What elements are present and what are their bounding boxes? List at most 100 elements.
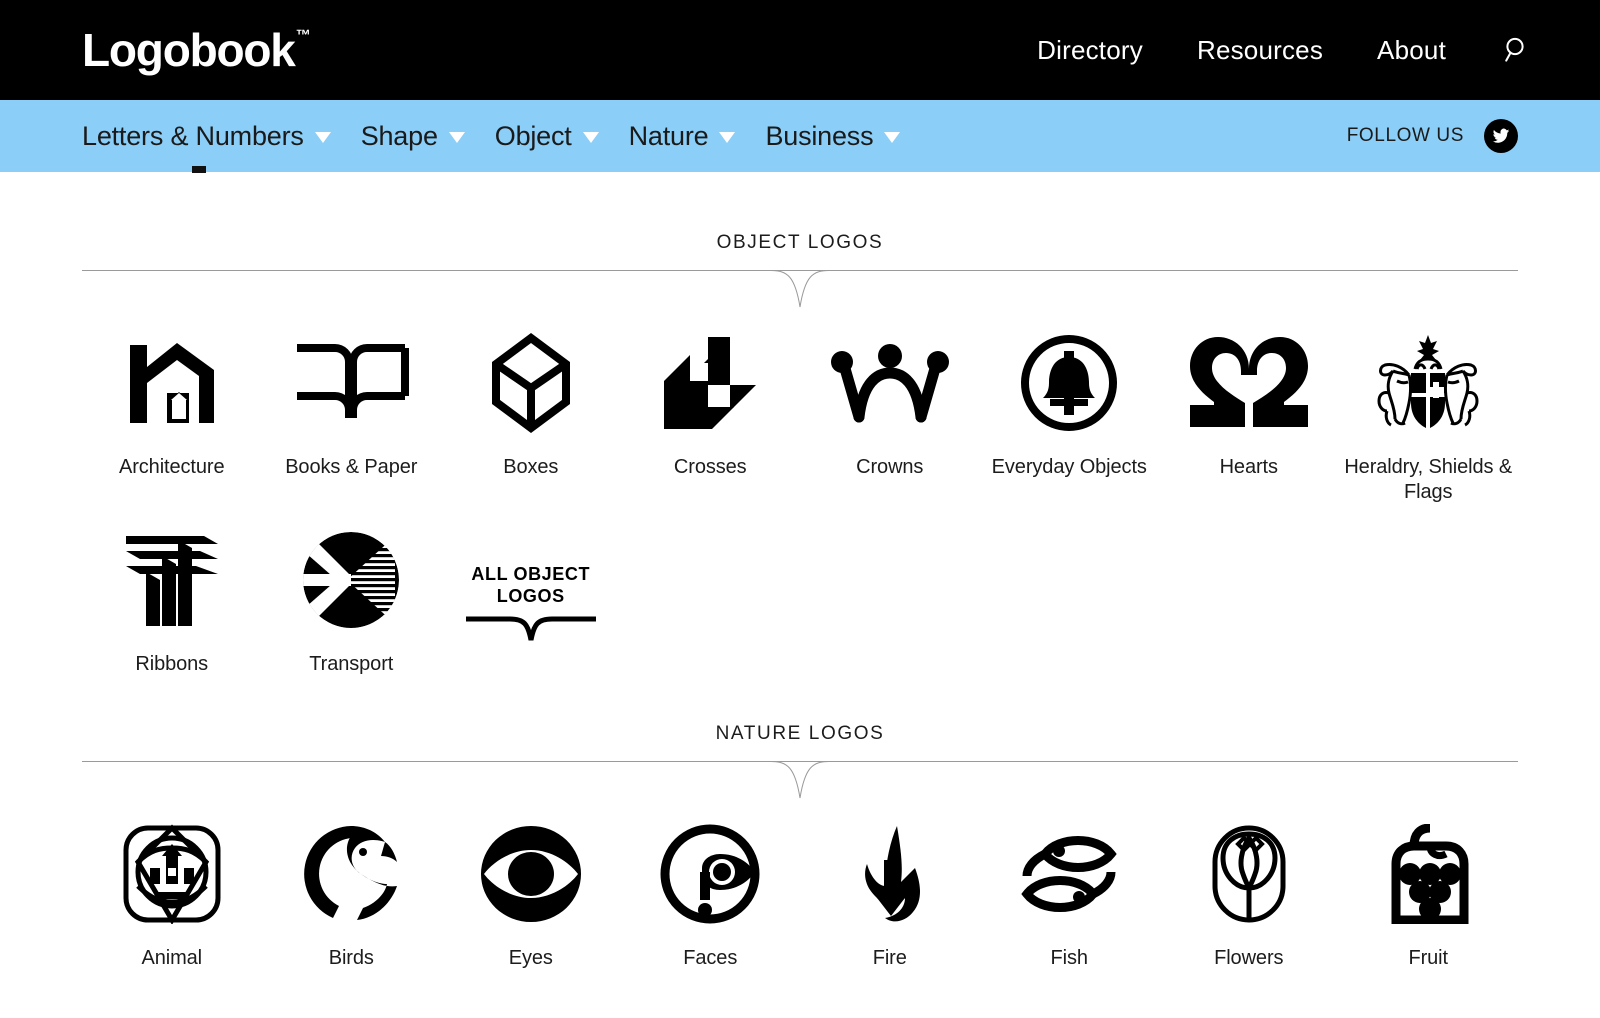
category-label: Architecture xyxy=(118,456,225,478)
category-label: Crowns xyxy=(856,456,924,478)
category-tile-flowers[interactable]: Flowers xyxy=(1159,799,1339,971)
nature-logos-grid: Animal Birds Eyes Faces Fire Fish Flower… xyxy=(82,799,1518,971)
category-label: Crosses xyxy=(673,456,747,478)
flame-arrow-icon xyxy=(851,821,929,926)
primary-nav: Directory Resources About xyxy=(1037,33,1600,67)
category-tile-birds[interactable]: Birds xyxy=(262,799,442,971)
nav-item-business[interactable]: Business xyxy=(765,120,901,152)
two-fish-icon xyxy=(1019,821,1119,926)
twitter-icon[interactable] xyxy=(1484,119,1518,153)
chevron-down-icon xyxy=(719,132,736,143)
category-label: Books & Paper xyxy=(285,456,418,478)
category-tile-hearts[interactable]: Hearts xyxy=(1159,308,1339,505)
chevron-down-icon xyxy=(314,132,331,143)
category-tile-architecture[interactable]: Architecture xyxy=(82,308,262,505)
follow-us-label: FOLLOW US xyxy=(1346,125,1464,146)
airplane-circle-icon xyxy=(301,527,401,632)
category-label: Birds xyxy=(328,947,374,969)
category-tile-fire[interactable]: Fire xyxy=(800,799,980,971)
category-label: Heraldry, Shields & Flags xyxy=(1344,456,1513,503)
category-label: Faces xyxy=(683,947,738,969)
heart-icon xyxy=(1189,330,1308,435)
category-nav-bar: Letters & Numbers Shape Object Nature Bu… xyxy=(0,100,1600,178)
main-content: OBJECT LOGOS Architecture Books & Paper … xyxy=(0,166,1600,971)
bird-circle-icon xyxy=(301,821,401,926)
tulip-icon xyxy=(1211,821,1287,926)
grid-spacer xyxy=(800,505,980,677)
search-icon[interactable] xyxy=(1500,33,1534,67)
lion-head-icon xyxy=(122,821,222,926)
trademark-symbol: ™ xyxy=(295,26,311,44)
grapes-icon xyxy=(1384,821,1472,926)
category-tile-faces[interactable]: Faces xyxy=(621,799,801,971)
category-label: Transport xyxy=(309,653,394,675)
category-nav: Letters & Numbers Shape Object Nature Bu… xyxy=(82,120,901,152)
architecture-house-icon xyxy=(122,330,222,435)
nav-item-nature[interactable]: Nature xyxy=(629,121,736,152)
coat-of-arms-icon xyxy=(1367,330,1489,435)
category-tile-fish[interactable]: Fish xyxy=(980,799,1160,971)
category-tile-everyday-objects[interactable]: Everyday Objects xyxy=(980,308,1160,505)
chevron-down-icon xyxy=(582,132,599,143)
eye-icon xyxy=(479,821,583,926)
nav-item-label: Shape xyxy=(360,120,438,151)
nav-item-shape[interactable]: Shape xyxy=(361,121,465,152)
category-label: Eyes xyxy=(508,947,553,969)
category-tile-heraldry[interactable]: Heraldry, Shields & Flags xyxy=(1339,308,1519,505)
chevron-down-icon xyxy=(884,132,901,143)
pinwheel-cross-icon xyxy=(660,330,760,435)
underline-dip-icon xyxy=(465,616,596,640)
all-object-logos-art: ALL OBJECT LOGOS xyxy=(465,550,596,655)
open-book-icon xyxy=(293,330,410,435)
ribbon-stripes-icon xyxy=(122,527,222,632)
category-label: Ribbons xyxy=(135,653,209,675)
category-label: Boxes xyxy=(503,456,559,478)
category-tile-boxes[interactable]: Boxes xyxy=(441,308,621,505)
clipped-element xyxy=(192,166,206,173)
grid-spacer xyxy=(1159,505,1339,677)
category-label: Animal xyxy=(141,947,203,969)
category-tile-crowns[interactable]: Crowns xyxy=(800,308,980,505)
category-label: Fire xyxy=(872,947,907,969)
nav-item-label: Nature xyxy=(628,120,709,151)
category-label: Everyday Objects xyxy=(991,456,1147,478)
crown-icon xyxy=(829,330,951,435)
category-tile-eyes[interactable]: Eyes xyxy=(441,799,621,971)
chevron-down-icon xyxy=(448,132,465,143)
category-tile-transport[interactable]: Transport xyxy=(262,505,442,677)
nav-item-label: Object xyxy=(494,120,572,151)
site-header: Logobook™ Directory Resources About xyxy=(0,0,1600,100)
section-title-object: OBJECT LOGOS xyxy=(716,232,884,253)
follow-us-group: FOLLOW US xyxy=(1347,119,1600,153)
site-logo-text: Logobook xyxy=(82,24,296,76)
nav-link-directory[interactable]: Directory xyxy=(1037,35,1143,66)
category-tile-crosses[interactable]: Crosses xyxy=(621,308,801,505)
nav-item-letters-numbers[interactable]: Letters & Numbers xyxy=(82,121,331,152)
category-label: Fish xyxy=(1050,947,1088,969)
category-tile-books-paper[interactable]: Books & Paper xyxy=(262,308,442,505)
site-logo[interactable]: Logobook™ xyxy=(82,24,311,76)
category-tile-animal[interactable]: Animal xyxy=(82,799,262,971)
divider-dip-icon xyxy=(771,761,829,799)
face-profile-icon xyxy=(660,821,760,926)
bell-in-circle-icon xyxy=(1019,330,1119,435)
grid-spacer xyxy=(980,505,1160,677)
nav-link-about[interactable]: About xyxy=(1377,35,1446,66)
grid-spacer xyxy=(1339,505,1519,677)
nav-item-label: Business xyxy=(765,120,874,151)
category-label: Hearts xyxy=(1219,456,1278,478)
nav-item-label: Letters & Numbers xyxy=(82,120,304,151)
divider-dip-icon xyxy=(771,270,829,308)
section-divider-object xyxy=(82,270,1518,308)
all-object-logos-line1: ALL OBJECT xyxy=(471,563,591,584)
nav-link-resources[interactable]: Resources xyxy=(1197,35,1323,66)
all-object-logos-link[interactable]: ALL OBJECT LOGOS xyxy=(441,505,621,677)
category-label: Fruit xyxy=(1408,947,1448,969)
category-tile-fruit[interactable]: Fruit xyxy=(1339,799,1519,971)
nav-item-object[interactable]: Object xyxy=(495,121,599,152)
section-divider-nature xyxy=(82,761,1518,799)
all-object-logos-line2: LOGOS xyxy=(496,586,565,606)
category-label: Flowers xyxy=(1214,947,1284,969)
category-tile-ribbons[interactable]: Ribbons xyxy=(82,505,262,677)
section-title-nature: NATURE LOGOS xyxy=(715,723,885,744)
